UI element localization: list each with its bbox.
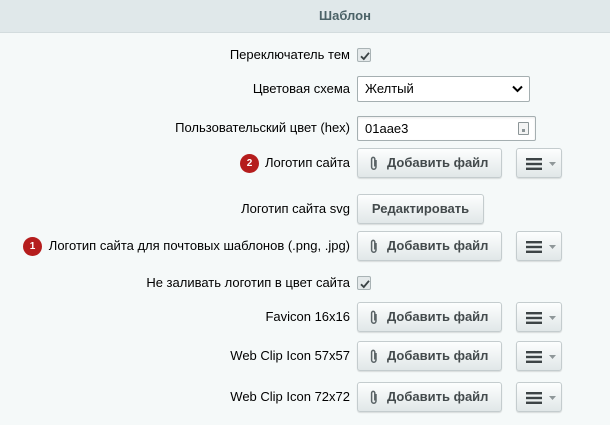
edit-button[interactable]: Редактировать — [357, 194, 484, 224]
color-scheme-select[interactable]: Желтый — [357, 76, 530, 102]
site-logo-label: Логотип сайта — [264, 155, 350, 170]
theme-switcher-label: Переключатель тем — [229, 47, 350, 62]
row-theme-switcher: Переключатель тем — [0, 38, 610, 72]
row-color-scheme: Цветовая схема Желтый — [0, 72, 610, 106]
caret-down-icon — [549, 355, 556, 359]
paperclip-icon — [370, 156, 377, 170]
webclip-57-menu-button[interactable] — [516, 341, 562, 371]
favicon-menu-button[interactable] — [516, 302, 562, 332]
no-fill-logo-label: Не заливать логотип в цвет сайта — [146, 275, 350, 290]
webclip-72-menu-button[interactable] — [516, 382, 562, 412]
hamburger-menu-icon — [526, 392, 542, 404]
theme-switcher-checkbox[interactable] — [357, 48, 371, 62]
badge-2: 2 — [240, 154, 259, 173]
mail-logo-add-file-button[interactable]: Добавить файл — [357, 231, 502, 261]
webclip-57-add-file-button[interactable]: Добавить файл — [357, 341, 502, 371]
custom-color-label: Пользовательский цвет (hex) — [175, 120, 350, 135]
badge-1: 1 — [23, 237, 42, 256]
site-logo-add-file-label: Добавить файл — [387, 155, 489, 170]
paperclip-icon — [370, 349, 377, 363]
paperclip-icon — [370, 310, 377, 324]
paperclip-icon — [370, 239, 377, 253]
row-mail-logo: 1 Логотип сайта для почтовых шаблонов (.… — [0, 229, 610, 263]
hamburger-menu-icon — [526, 312, 542, 324]
row-custom-color: Пользовательский цвет (hex) 01aae3 — [0, 111, 610, 145]
site-logo-svg-label: Логотип сайта svg — [241, 201, 350, 216]
check-icon — [360, 52, 370, 61]
hamburger-menu-icon — [526, 351, 542, 363]
color-scheme-value: Желтый — [365, 81, 414, 96]
mail-logo-label: Логотип сайта для почтовых шаблонов (.pn… — [48, 238, 350, 253]
row-site-logo: 2 Логотип сайта Добавить файл — [0, 146, 610, 180]
row-webclip-57: Web Clip Icon 57x57 Добавить файл — [0, 339, 610, 373]
caret-down-icon — [549, 396, 556, 400]
hamburger-menu-icon — [526, 158, 542, 170]
webclip-57-label: Web Clip Icon 57x57 — [230, 348, 350, 363]
color-picker-icon[interactable] — [518, 122, 529, 135]
row-no-fill-logo: Не заливать логотип в цвет сайта — [0, 266, 610, 300]
custom-color-input[interactable]: 01aae3 — [357, 116, 536, 141]
row-webclip-72: Web Clip Icon 72x72 Добавить файл — [0, 380, 610, 414]
webclip-72-add-file-label: Добавить файл — [387, 389, 489, 404]
caret-down-icon — [549, 316, 556, 320]
favicon-add-file-button[interactable]: Добавить файл — [357, 302, 502, 332]
hamburger-menu-icon — [526, 241, 542, 253]
row-favicon: Favicon 16x16 Добавить файл — [0, 300, 610, 334]
mail-logo-add-file-label: Добавить файл — [387, 238, 489, 253]
site-logo-add-file-button[interactable]: Добавить файл — [357, 148, 502, 178]
webclip-72-add-file-button[interactable]: Добавить файл — [357, 382, 502, 412]
paperclip-icon — [370, 390, 377, 404]
webclip-57-add-file-label: Добавить файл — [387, 348, 489, 363]
section-title: Шаблон — [0, 0, 610, 33]
custom-color-value: 01aae3 — [365, 121, 409, 136]
row-site-logo-svg: Логотип сайта svg Редактировать — [0, 192, 610, 226]
favicon-label: Favicon 16x16 — [265, 309, 350, 324]
site-logo-menu-button[interactable] — [516, 148, 562, 178]
chevron-down-icon — [512, 85, 523, 93]
color-scheme-label: Цветовая схема — [252, 81, 350, 96]
check-icon — [360, 280, 370, 289]
mail-logo-menu-button[interactable] — [516, 231, 562, 261]
caret-down-icon — [549, 245, 556, 249]
favicon-add-file-label: Добавить файл — [387, 309, 489, 324]
caret-down-icon — [549, 162, 556, 166]
webclip-72-label: Web Clip Icon 72x72 — [230, 389, 350, 404]
no-fill-logo-checkbox[interactable] — [357, 276, 371, 290]
